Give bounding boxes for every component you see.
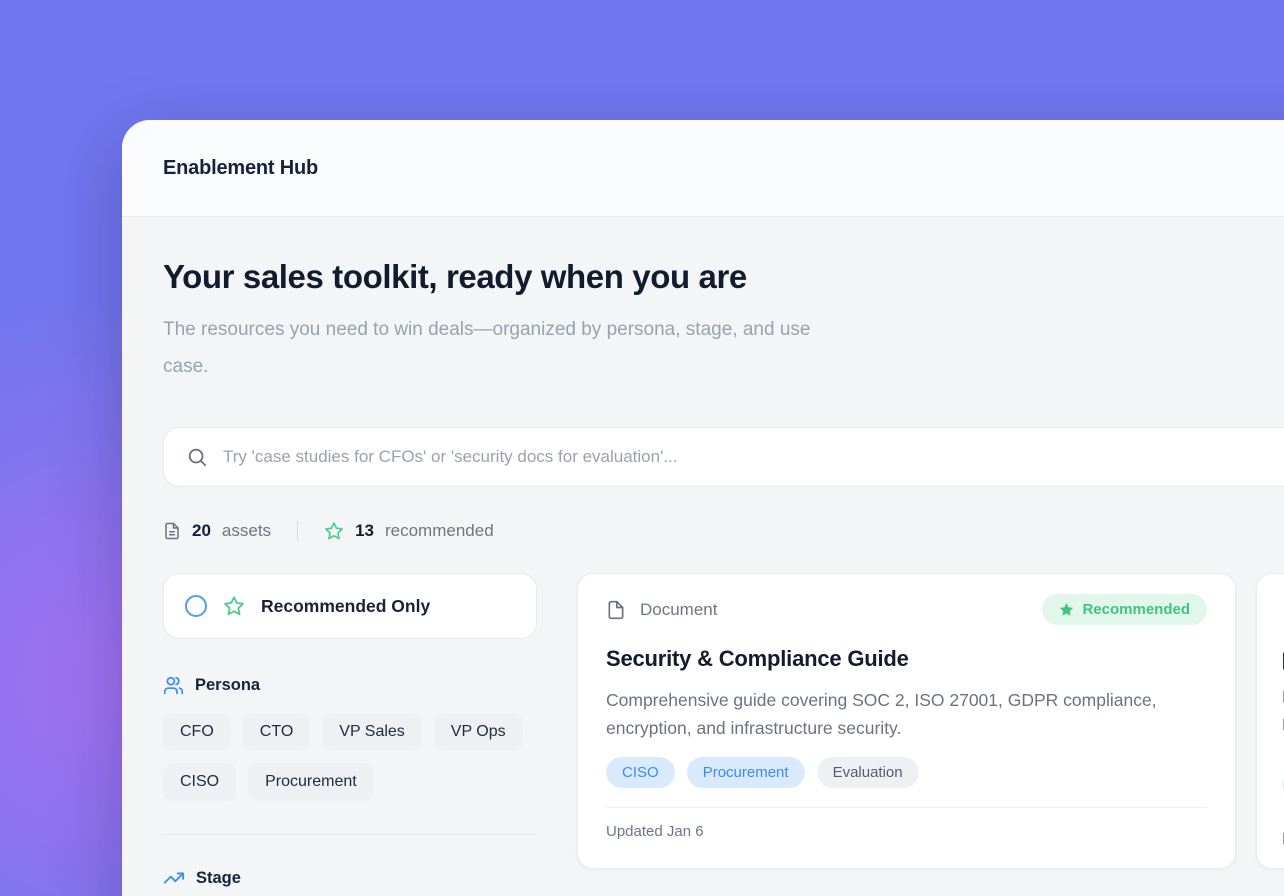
page-subtitle-line: The resources you need to win deals—orga… [163, 311, 1284, 348]
card-title: Security & Compliance Guide [606, 644, 1207, 674]
card-header: Document Recommended [606, 594, 1207, 625]
main-panel: Enablement Hub Your sales toolkit, ready… [122, 120, 1284, 896]
recommended-only-toggle[interactable]: Recommended Only [163, 573, 537, 639]
users-icon [163, 675, 184, 696]
assets-count: 20 [192, 521, 211, 541]
persona-section-header: Persona [163, 675, 537, 696]
app-title: Enablement Hub [163, 157, 318, 180]
tag-evaluation[interactable]: Evaluation [817, 757, 919, 788]
asset-card-next-clipped[interactable] [1256, 573, 1284, 869]
asset-cards: Document Recommended Security & Complian… [577, 573, 1284, 869]
tag-procurement[interactable]: Procurement [687, 757, 805, 788]
search-input[interactable] [223, 447, 1284, 467]
persona-chip-procurement[interactable]: Procurement [248, 763, 374, 801]
recommended-badge-label: Recommended [1082, 601, 1190, 618]
persona-chip-cfo[interactable]: CFO [163, 713, 231, 751]
assets-label: assets [222, 521, 271, 541]
stats-row: 20 assets 13 recommended [163, 521, 1284, 541]
page-title: Your sales toolkit, ready when you are [163, 257, 1284, 297]
filter-sidebar: Recommended Only Persona CFO [163, 573, 537, 889]
card-description: Comprehensive guide covering SOC 2, ISO … [606, 686, 1207, 742]
stats-divider [297, 521, 298, 541]
panel-body: Your sales toolkit, ready when you are T… [122, 217, 1284, 889]
search-bar[interactable] [163, 427, 1284, 487]
tag-ciso[interactable]: CISO [606, 757, 675, 788]
star-icon [223, 595, 245, 617]
assets-stat: 20 assets [163, 521, 271, 541]
star-icon [1059, 602, 1074, 617]
file-text-icon [163, 521, 181, 541]
trending-up-icon [163, 867, 185, 889]
sidebar-divider [163, 834, 537, 835]
card-description-line: encryption, and infrastructure security. [606, 714, 1207, 742]
persona-chip-vp-sales[interactable]: VP Sales [322, 713, 422, 751]
star-icon [324, 521, 344, 541]
card-description-line: Comprehensive guide covering SOC 2, ISO … [606, 686, 1207, 714]
card-type: Document [606, 598, 717, 622]
card-updated: Updated Jan 6 [606, 823, 1207, 840]
content-row: Recommended Only Persona CFO [163, 573, 1284, 889]
toggle-circle-icon[interactable] [185, 595, 207, 617]
stage-section-header: Stage [163, 867, 537, 889]
recommended-stat: 13 recommended [324, 521, 494, 541]
persona-section-label: Persona [195, 676, 260, 695]
persona-chip-vp-ops[interactable]: VP Ops [434, 713, 523, 751]
card-tags: CISO Procurement Evaluation [606, 757, 1207, 788]
asset-card-security-compliance-guide[interactable]: Document Recommended Security & Complian… [577, 573, 1236, 869]
search-icon [186, 446, 208, 468]
page-subtitle: The resources you need to win deals—orga… [163, 311, 1284, 385]
recommended-label: recommended [385, 521, 494, 541]
persona-chip-cto[interactable]: CTO [243, 713, 310, 751]
page-subtitle-line: case. [163, 348, 1284, 385]
recommended-count: 13 [355, 521, 374, 541]
recommended-badge: Recommended [1042, 594, 1207, 625]
persona-chips: CFO CTO VP Sales VP Ops CISO Procurement [163, 713, 537, 801]
recommended-only-label: Recommended Only [261, 596, 430, 617]
card-type-label: Document [640, 600, 717, 620]
card-divider [606, 807, 1207, 808]
file-icon [606, 598, 626, 622]
persona-chip-ciso[interactable]: CISO [163, 763, 236, 801]
stage-section-label: Stage [196, 869, 241, 888]
panel-header: Enablement Hub [122, 120, 1284, 217]
